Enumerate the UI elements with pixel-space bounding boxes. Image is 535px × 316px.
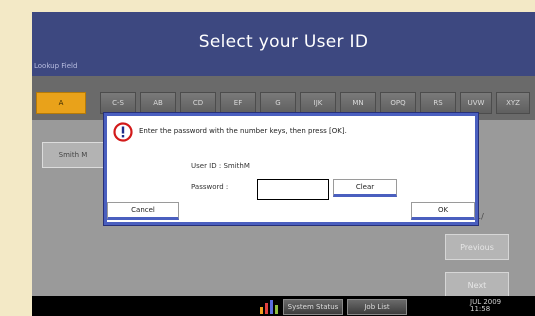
lookup-label: Lookup Field (34, 62, 78, 70)
tab-g[interactable]: G (260, 92, 296, 114)
tab-rs[interactable]: RS (420, 92, 456, 114)
tab-ijk[interactable]: IJK (300, 92, 336, 114)
ok-button[interactable]: OK (411, 202, 475, 220)
time-label: 11:58 (470, 305, 491, 313)
password-dialog: Enter the password with the number keys,… (104, 113, 478, 225)
tab-xyz[interactable]: XYZ (496, 92, 530, 114)
system-status-button[interactable]: System Status (283, 299, 343, 315)
password-label: Password : (191, 183, 229, 191)
tab-uvw[interactable]: UVW (460, 92, 492, 114)
tab-opq[interactable]: OPQ (380, 92, 416, 114)
tab-c-s[interactable]: C-S (100, 92, 136, 114)
user-id-label: User ID : SmithM (191, 162, 250, 170)
tab-ab[interactable]: AB (140, 92, 176, 114)
datetime: JUL 2009 11:58 (470, 299, 501, 313)
page-title: Select your User ID (198, 32, 369, 52)
cancel-button[interactable]: Cancel (107, 202, 179, 220)
next-button[interactable]: Next (445, 272, 509, 298)
tab-cd[interactable]: CD (180, 92, 216, 114)
previous-button[interactable]: Previous (445, 234, 509, 260)
tab-mn[interactable]: MN (340, 92, 376, 114)
clear-button[interactable]: Clear (333, 179, 397, 197)
copier-screen: Select your User ID Lookup Field A C-S A… (32, 12, 535, 316)
bottom-bar: System Status Job List JUL 2009 11:58 (32, 296, 535, 316)
title-bar: Select your User ID Lookup Field (32, 12, 535, 76)
user-id-button[interactable]: Smith M (42, 142, 104, 168)
system-status-icon (260, 300, 278, 314)
password-input[interactable] (257, 179, 329, 200)
job-list-button[interactable]: Job List (347, 299, 407, 315)
tab-a[interactable]: A (36, 92, 86, 114)
info-icon (113, 122, 133, 142)
dialog-message: Enter the password with the number keys,… (139, 127, 347, 135)
tab-ef[interactable]: EF (220, 92, 256, 114)
